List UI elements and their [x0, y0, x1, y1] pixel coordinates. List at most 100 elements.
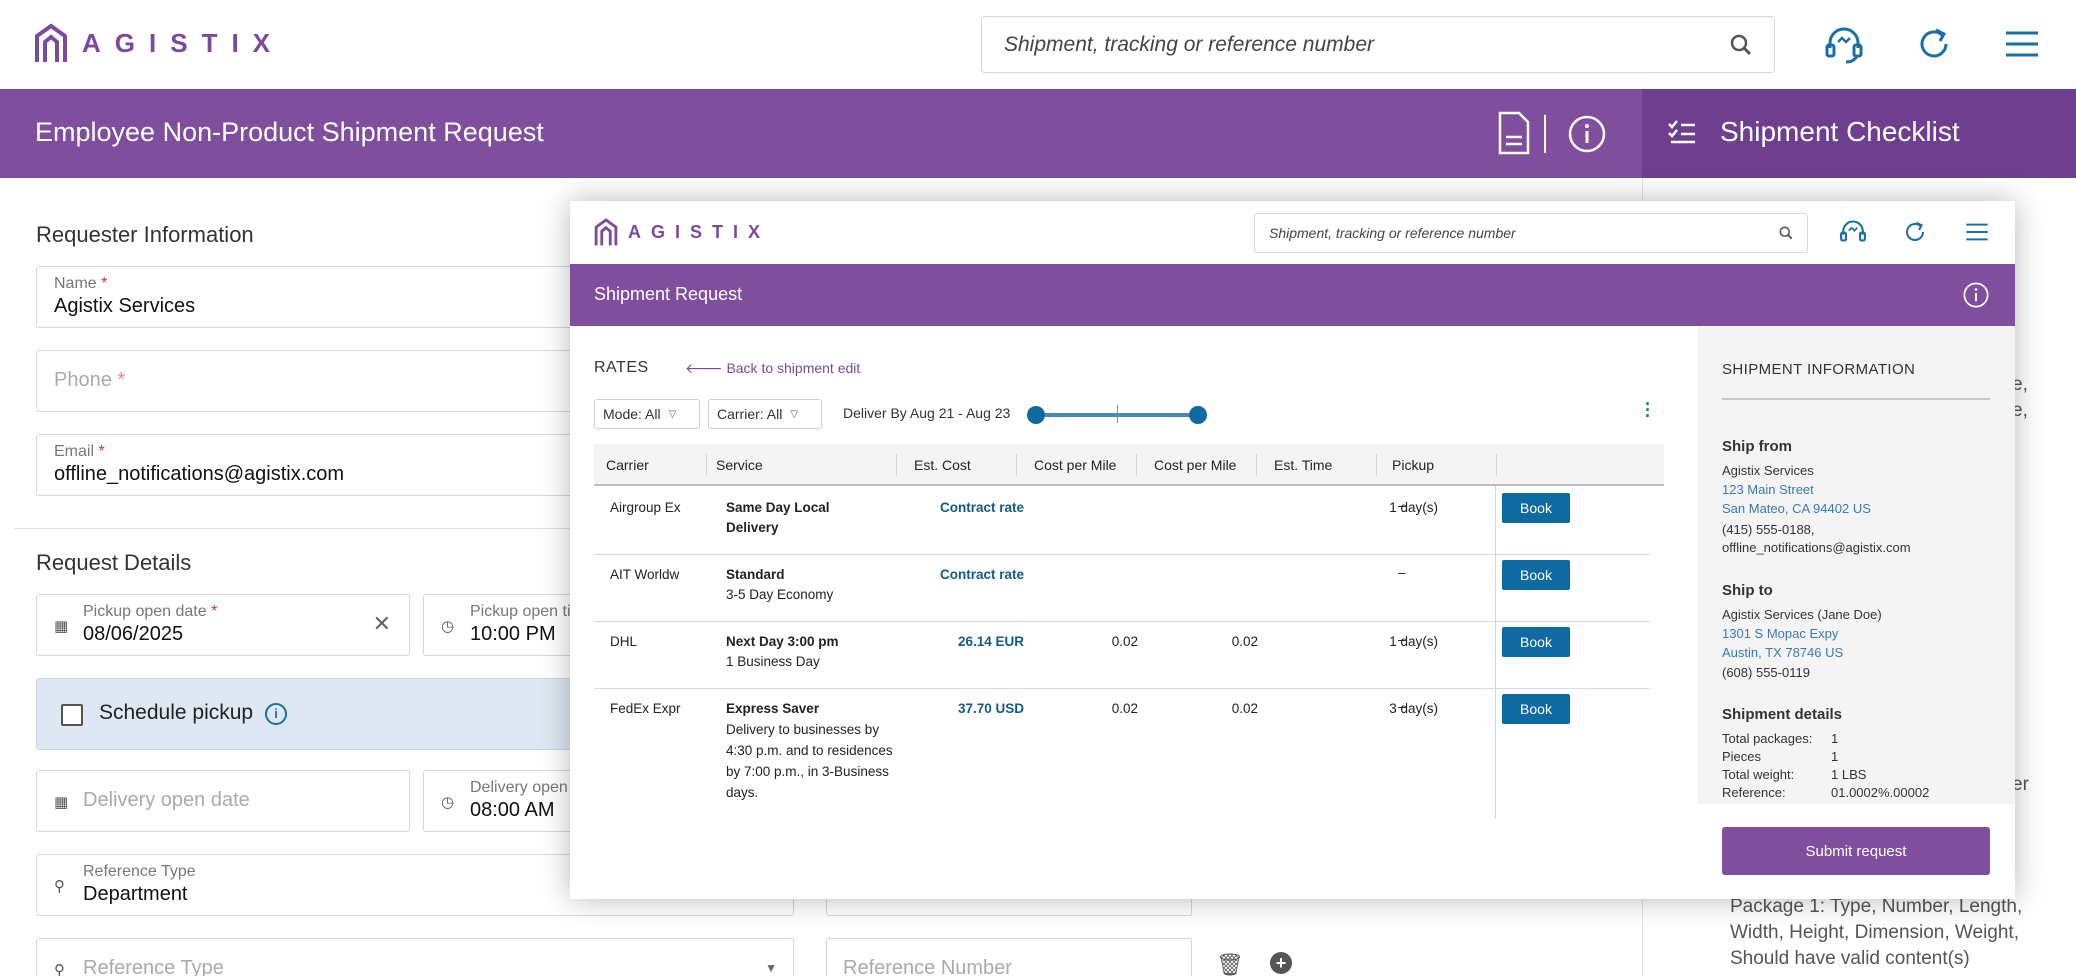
- more-options-icon[interactable]: · · ·: [1644, 395, 1652, 425]
- agistix-logo-mark-icon: [35, 23, 67, 62]
- checklist-icon: [1666, 117, 1698, 149]
- ship-to-phone: (608) 555-0119: [1722, 665, 1810, 680]
- reference-type-field-2[interactable]: ⚲ Reference Type ▼: [36, 938, 794, 976]
- agistix-logo[interactable]: AGISTIX: [34, 22, 284, 64]
- book-button[interactable]: Book: [1502, 627, 1570, 657]
- email-value: offline_notifications@agistix.com: [54, 463, 345, 485]
- pickup-date-field[interactable]: ▦ Pickup open date * 08/06/2025 ✕: [36, 594, 410, 656]
- add-icon[interactable]: +: [1270, 952, 1292, 974]
- column-header[interactable]: Service: [716, 457, 763, 473]
- est-time-cell: 3 day(s): [1389, 701, 1438, 716]
- table-row: AIT Worldw Standard 3-5 Day Economy Cont…: [594, 555, 1650, 622]
- slider-end-handle[interactable]: [1189, 406, 1207, 424]
- carrier-cell: DHL: [610, 634, 638, 649]
- clear-date-icon[interactable]: ✕: [373, 611, 391, 637]
- name-field[interactable]: Name * Agistix Services: [36, 266, 636, 328]
- trash-icon[interactable]: 🗑: [1216, 952, 1244, 976]
- hamburger-menu-icon[interactable]: [1962, 217, 1992, 247]
- mode-filter-dropdown[interactable]: Mode: All ▽: [594, 399, 700, 429]
- modal-title: Shipment Request: [594, 284, 743, 304]
- request-details-heading: Request Details: [36, 550, 192, 575]
- refresh-icon[interactable]: [1900, 217, 1930, 247]
- name-label: Name *: [54, 275, 108, 292]
- arrow-left-icon: 🡐: [685, 360, 723, 376]
- hamburger-menu-icon[interactable]: [2000, 22, 2044, 66]
- est-time-cell: 1 day(s): [1389, 500, 1438, 515]
- name-value: Agistix Services: [54, 295, 196, 317]
- slider-midpoint-tick: [1117, 405, 1118, 423]
- column-divider: [706, 454, 707, 476]
- clock-icon: ◷: [441, 618, 455, 635]
- search-icon[interactable]: [1779, 226, 1793, 240]
- detail-value: 01.0002%.00002: [1831, 785, 1930, 800]
- back-link-label: Back to shipment edit: [726, 360, 861, 376]
- service-desc-cell: Delivery to businesses by 4:30 p.m. and …: [726, 722, 893, 800]
- document-icon[interactable]: [1494, 109, 1534, 157]
- book-button[interactable]: Book: [1502, 694, 1570, 724]
- ship-to-address-line[interactable]: 1301 S Mopac Expy: [1722, 625, 1838, 643]
- date-range-slider-track[interactable]: [1036, 413, 1200, 417]
- table-row: Airgroup Ex Same Day Local Delivery Cont…: [594, 488, 1650, 555]
- info-icon[interactable]: [1566, 113, 1608, 155]
- reference-number-field-2[interactable]: Reference Number: [826, 938, 1192, 976]
- calendar-icon: ▦: [54, 794, 69, 811]
- phone-field[interactable]: Phone *: [36, 350, 636, 412]
- column-header[interactable]: Est. Time: [1274, 457, 1332, 473]
- cost-per-mile-cell: 0.02: [1231, 701, 1258, 716]
- chevron-down-icon[interactable]: ▼: [765, 961, 777, 975]
- requester-heading: Requester Information: [36, 222, 254, 247]
- modal-search-input[interactable]: Shipment, tracking or reference number: [1254, 213, 1808, 253]
- pickup-time-label: Pickup open ti: [470, 603, 571, 620]
- search-placeholder: Shipment, tracking or reference number: [1269, 225, 1516, 241]
- ship-from-heading: Ship from: [1722, 438, 1792, 455]
- detail-value: 1 LBS: [1831, 767, 1867, 782]
- detail-value: 1: [1831, 749, 1839, 764]
- carrier-filter-dropdown[interactable]: Carrier: All ▽: [708, 399, 822, 429]
- service-name-cell: Standard: [726, 567, 785, 582]
- book-button[interactable]: Book: [1502, 493, 1570, 523]
- submit-request-button[interactable]: Submit request: [1722, 827, 1990, 875]
- ship-from-address-line[interactable]: San Mateo, CA 94402 US: [1722, 500, 1871, 518]
- pickup-cell: –: [1398, 632, 1406, 647]
- ship-from-email: offline_notifications@agistix.com: [1722, 540, 1911, 555]
- search-icon[interactable]: [1730, 34, 1752, 56]
- pickup-time-value: 10:00 PM: [470, 623, 556, 645]
- back-to-edit-link[interactable]: 🡐 Back to shipment edit: [685, 360, 860, 377]
- info-icon[interactable]: [1963, 282, 1989, 308]
- pickup-cell: –: [1398, 699, 1406, 714]
- delivery-time-value: 08:00 AM: [470, 799, 555, 821]
- book-button[interactable]: Book: [1502, 560, 1570, 590]
- ship-to-address-line[interactable]: Austin, TX 78746 US: [1722, 644, 1843, 662]
- ship-from-address-line[interactable]: 123 Main Street: [1722, 481, 1814, 499]
- column-header[interactable]: Est. Cost: [914, 457, 971, 473]
- search-input[interactable]: Shipment, tracking or reference number: [981, 16, 1775, 73]
- schedule-pickup-label: Schedule pickup: [99, 701, 254, 724]
- column-header[interactable]: Cost per Mile: [1154, 457, 1236, 473]
- info-icon[interactable]: i: [265, 703, 287, 725]
- pickup-date-label: Pickup open date *: [83, 603, 218, 620]
- detail-row: Reference: 01.0002%.00002: [1722, 785, 1929, 800]
- column-header[interactable]: Cost per Mile: [1034, 457, 1116, 473]
- phone-placeholder: Phone *: [54, 369, 126, 391]
- headset-icon[interactable]: [1838, 217, 1868, 247]
- pickup-date-value: 08/06/2025: [83, 623, 184, 645]
- schedule-pickup-checkbox[interactable]: [61, 704, 83, 726]
- carrier-cell: Airgroup Ex: [610, 500, 681, 515]
- shipment-request-modal: AGISTIX Shipment, tracking or reference …: [570, 201, 2015, 899]
- email-field[interactable]: Email * offline_notifications@agistix.co…: [36, 434, 636, 496]
- agistix-logo[interactable]: AGISTIX: [594, 217, 770, 247]
- shipment-information-heading: SHIPMENT INFORMATION: [1722, 361, 1916, 378]
- rates-heading: RATES: [594, 359, 649, 376]
- delivery-date-field[interactable]: ▦ Delivery open date: [36, 770, 410, 832]
- logo-wordmark: AGISTIX: [628, 221, 771, 242]
- pickup-date-label-text: Pickup open date: [83, 603, 207, 620]
- column-header[interactable]: Carrier: [606, 457, 649, 473]
- page-banner: Employee Non-Product Shipment Request: [0, 89, 1642, 178]
- agistix-logo-mark-icon: [594, 218, 618, 246]
- headset-icon[interactable]: [1822, 22, 1866, 66]
- slider-start-handle[interactable]: [1027, 406, 1045, 424]
- column-header[interactable]: Pickup: [1392, 457, 1434, 473]
- deliver-by-label: Deliver By Aug 21 - Aug 23: [843, 405, 1011, 421]
- schedule-pickup-panel: Schedule pickup i: [36, 678, 636, 750]
- refresh-icon[interactable]: [1912, 22, 1956, 66]
